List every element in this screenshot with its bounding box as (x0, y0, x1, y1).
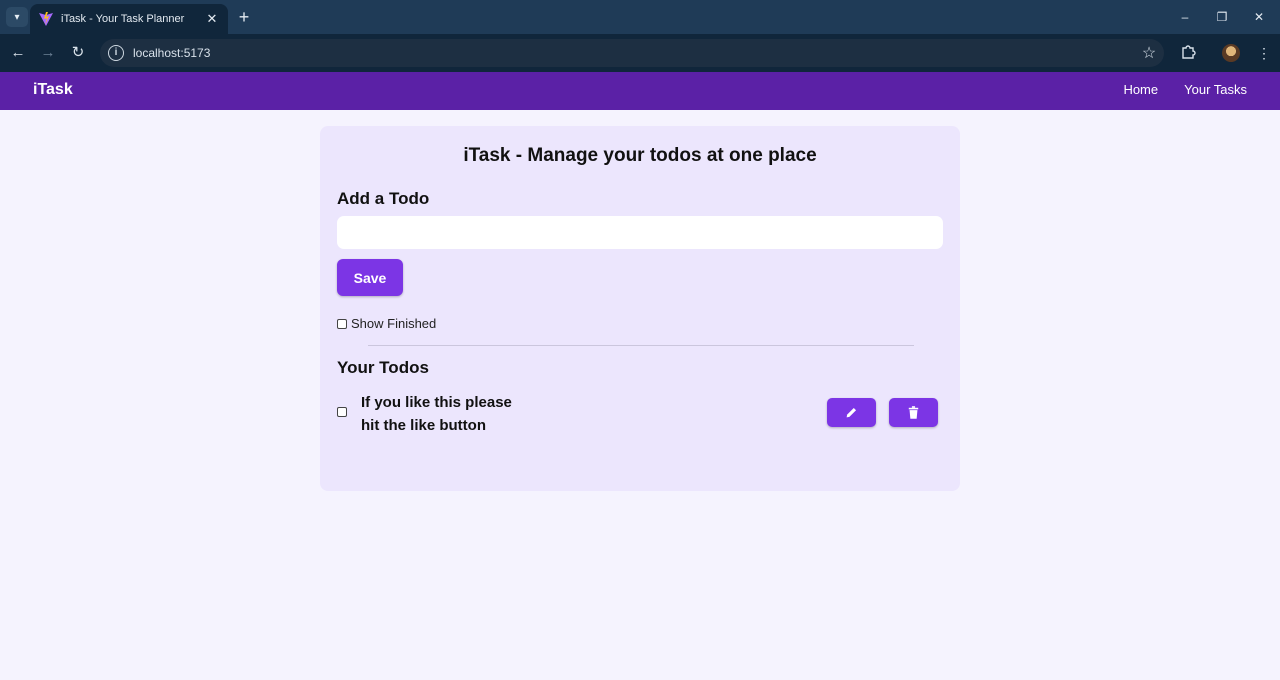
app-navbar: iTask Home Your Tasks (0, 72, 1280, 110)
browser-toolbar: ← → ↻ i localhost:5173 ☆ ⋮ (0, 34, 1280, 72)
url-text[interactable]: localhost:5173 (133, 46, 1134, 60)
nav-links: Home Your Tasks (1123, 82, 1247, 97)
restore-icon[interactable]: ❐ (1212, 8, 1232, 26)
brand-logo[interactable]: iTask (33, 81, 73, 99)
show-finished-checkbox[interactable] (337, 318, 347, 329)
nav-link-your-tasks[interactable]: Your Tasks (1184, 82, 1247, 97)
back-arrow-icon[interactable]: ← (7, 42, 29, 64)
minimize-icon[interactable]: – (1175, 8, 1195, 26)
todo-complete-checkbox[interactable] (337, 407, 347, 417)
new-tab-plus-icon[interactable]: + (234, 7, 254, 27)
add-todo-heading: Add a Todo (337, 189, 430, 208)
site-info-icon[interactable]: i (108, 45, 124, 61)
vite-favicon-icon (39, 12, 53, 26)
divider (368, 345, 914, 346)
extensions-puzzle-icon[interactable] (1178, 43, 1198, 63)
browser-tab[interactable]: iTask - Your Task Planner ✕ (30, 4, 228, 34)
edit-todo-button[interactable] (827, 398, 876, 427)
tab-close-icon[interactable]: ✕ (204, 11, 220, 27)
profile-avatar[interactable] (1222, 44, 1240, 62)
pencil-icon (846, 407, 857, 418)
browser-tab-strip: ▾ iTask - Your Task Planner ✕ + – ❐ ✕ (0, 0, 1280, 34)
bookmark-star-icon[interactable]: ☆ (1134, 43, 1164, 63)
delete-todo-button[interactable] (889, 398, 938, 427)
page-title: iTask - Manage your todos at one place (463, 145, 817, 166)
show-finished-label: Show Finished (351, 316, 437, 331)
more-menu-icon[interactable]: ⋮ (1254, 43, 1274, 63)
tab-search-dropdown-icon[interactable]: ▾ (6, 7, 28, 27)
todo-item: If you like this please hit the like but… (337, 390, 943, 436)
todo-input[interactable] (337, 216, 943, 249)
window-close-icon[interactable]: ✕ (1249, 8, 1269, 26)
forward-arrow-icon[interactable]: → (37, 42, 59, 64)
todo-card: iTask - Manage your todos at one place A… (320, 126, 960, 491)
tab-title: iTask - Your Task Planner (61, 13, 185, 25)
your-todos-heading: Your Todos (337, 358, 429, 377)
save-button[interactable]: Save (337, 259, 403, 296)
reload-icon[interactable]: ↻ (67, 42, 89, 64)
show-finished-toggle[interactable]: Show Finished (337, 316, 436, 331)
todo-text: If you like this please hit the like but… (361, 394, 512, 434)
nav-link-home[interactable]: Home (1123, 82, 1158, 97)
address-bar[interactable]: i localhost:5173 ☆ (100, 39, 1164, 67)
trash-icon (908, 406, 919, 419)
